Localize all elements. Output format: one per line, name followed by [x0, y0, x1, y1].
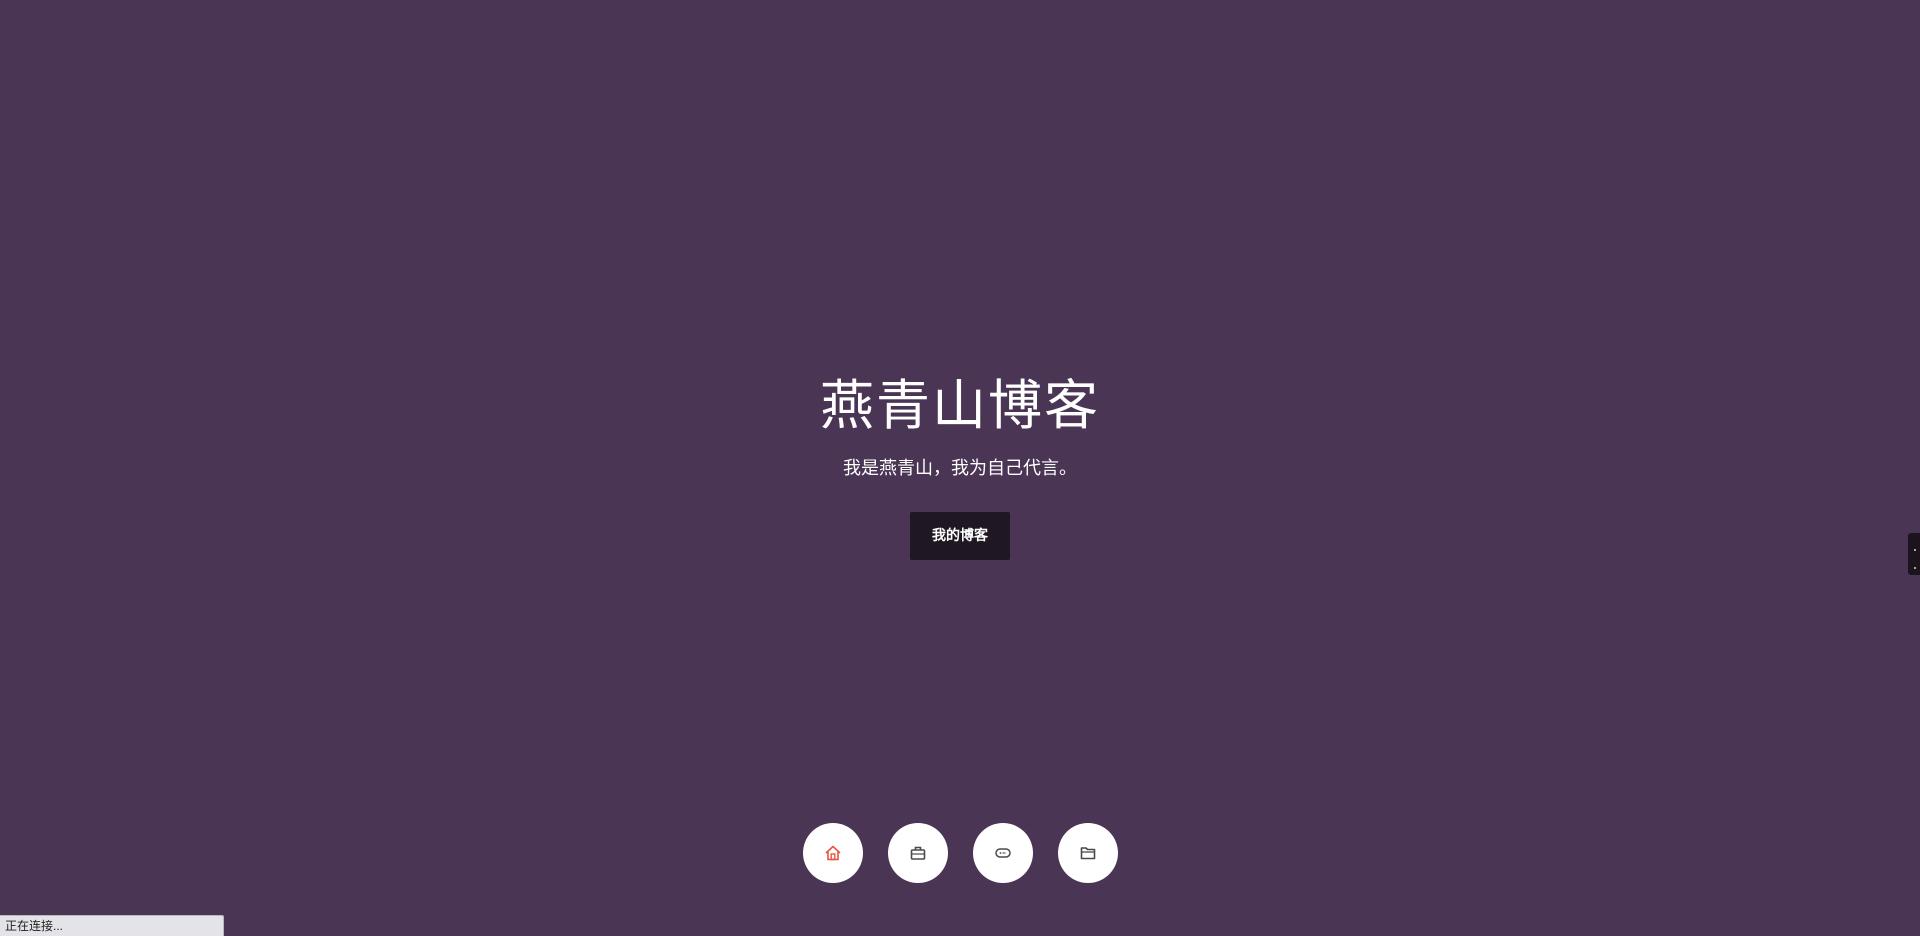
nav-folder-button[interactable] — [1058, 823, 1118, 883]
folder-icon — [1080, 847, 1096, 860]
site-subtitle: 我是燕青山，我为自己代言。 — [843, 458, 1077, 479]
browser-status-bar: 正在连接... — [0, 915, 224, 936]
nav-home-button[interactable] — [803, 823, 863, 883]
bottom-nav — [803, 823, 1118, 883]
side-tab-mark — [1914, 549, 1916, 551]
nav-briefcase-button[interactable] — [888, 823, 948, 883]
home-icon — [825, 845, 841, 861]
my-blog-button[interactable]: 我的博客 — [910, 512, 1010, 560]
site-title: 燕青山博客 — [820, 374, 1100, 437]
hero-section: 燕青山博客 我是燕青山，我为自己代言。 我的博客 — [0, 372, 1920, 560]
page: 燕青山博客 我是燕青山，我为自己代言。 我的博客 正在连接... — [0, 0, 1920, 936]
chat-bubble-icon — [995, 848, 1011, 858]
nav-chat-button[interactable] — [973, 823, 1033, 883]
side-tab-mark — [1914, 567, 1916, 569]
side-tab-handle[interactable] — [1908, 533, 1920, 575]
briefcase-icon — [910, 846, 926, 860]
